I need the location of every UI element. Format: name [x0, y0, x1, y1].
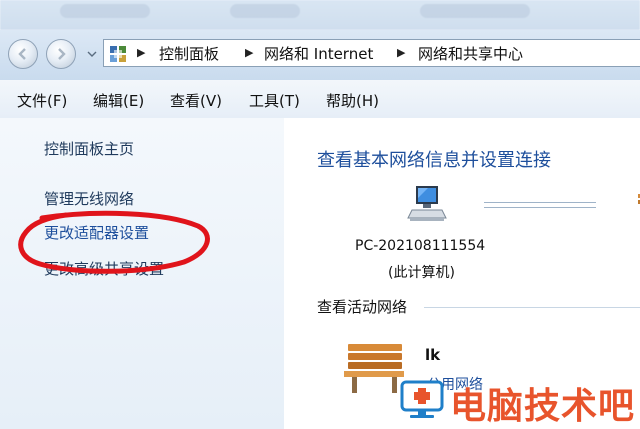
breadcrumb-network-sharing-center[interactable]: 网络和共享中心 — [418, 43, 523, 64]
watermark-text: 电脑技术吧 — [450, 386, 636, 427]
address-bar[interactable]: ▶ 控制面板 ▶ 网络和 Internet ▶ 网络和共享中心 — [103, 39, 640, 67]
breadcrumb-separator-icon[interactable]: ▶ — [397, 46, 405, 59]
top-blurred-strip — [0, 0, 640, 30]
navigation-bar: ▶ 控制面板 ▶ 网络和 Internet ▶ 网络和共享中心 — [0, 30, 640, 80]
sidebar-link-manage-wireless[interactable]: 管理无线网络 — [44, 188, 134, 209]
computer-subtitle: (此计算机) — [388, 265, 455, 281]
network-center-icon — [110, 46, 126, 62]
back-button[interactable] — [8, 39, 38, 69]
menu-file[interactable]: 文件(F) — [17, 90, 67, 111]
arrow-right-icon — [58, 48, 66, 60]
menu-tools[interactable]: 工具(T) — [249, 90, 300, 111]
forward-button[interactable] — [46, 39, 76, 69]
network-name: lk — [425, 346, 441, 364]
breadcrumb-separator-icon[interactable]: ▶ — [137, 46, 145, 59]
menu-help[interactable]: 帮助(H) — [326, 90, 379, 111]
red-circle-annotation-icon — [18, 210, 210, 274]
history-dropdown-icon[interactable] — [87, 50, 97, 58]
connection-line — [484, 202, 596, 208]
menu-edit[interactable]: 编辑(E) — [93, 90, 144, 111]
sidebar: 控制面板主页 管理无线网络 更改适配器设置 更改高级共享设置 — [0, 118, 284, 429]
watermark-logo-icon — [400, 380, 444, 418]
menu-view[interactable]: 查看(V) — [170, 90, 222, 111]
breadcrumb-separator-icon[interactable]: ▶ — [245, 46, 253, 59]
network-bench-icon[interactable] — [624, 180, 640, 220]
computer-icon[interactable] — [404, 184, 450, 224]
arrow-left-icon — [18, 48, 26, 60]
computer-name: PC-202108111554 — [355, 238, 486, 254]
watermark: 电脑技术吧 — [398, 374, 640, 429]
active-networks-heading: 查看活动网络 — [317, 298, 408, 316]
page-title: 查看基本网络信息并设置连接 — [317, 150, 551, 171]
section-divider — [424, 307, 640, 308]
breadcrumb-network-internet[interactable]: 网络和 Internet — [264, 43, 373, 64]
sidebar-link-control-panel-home[interactable]: 控制面板主页 — [44, 138, 134, 159]
menu-bar: 文件(F) 编辑(E) 查看(V) 工具(T) 帮助(H) — [0, 80, 640, 119]
breadcrumb-control-panel[interactable]: 控制面板 — [159, 43, 219, 64]
